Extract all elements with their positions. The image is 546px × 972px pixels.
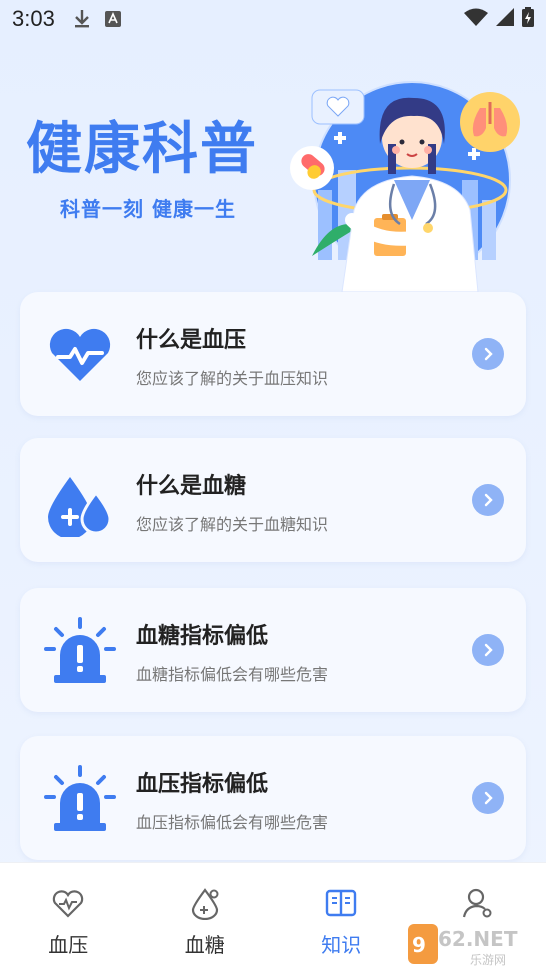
- svg-text:62.NET: 62.NET: [438, 927, 518, 951]
- card-title: 血糖指标偏低: [136, 624, 269, 649]
- knowledge-card-low-blood-sugar[interactable]: 血糖指标偏低 血糖指标偏低会有哪些危害: [20, 588, 526, 712]
- chevron-right-icon[interactable]: [472, 634, 504, 666]
- download-icon: [73, 9, 91, 29]
- card-subtitle: 血糖指标偏低会有哪些危害: [136, 665, 329, 684]
- book-icon: [323, 885, 359, 921]
- tab-label: 血糖: [184, 933, 225, 957]
- hero-title: 健康科普: [26, 117, 258, 182]
- blood-drops-icon: [44, 465, 116, 539]
- drop-plus-outline-icon: [187, 885, 223, 921]
- tab-label: 血压: [48, 933, 89, 957]
- wifi-icon: [464, 7, 488, 31]
- status-right-group: [464, 6, 534, 32]
- doctor-illustration: [290, 81, 520, 292]
- status-bar: 3:03: [0, 0, 546, 38]
- user-icon: [460, 885, 496, 921]
- watermark-logo: 9 62.NET 乐游网: [408, 924, 518, 967]
- tab-label: 知识: [321, 933, 362, 957]
- svg-text:乐游网: 乐游网: [470, 953, 506, 967]
- knowledge-card-blood-pressure[interactable]: 什么是血压 您应该了解的关于血压知识: [20, 292, 526, 416]
- signal-icon: [496, 7, 514, 31]
- tab-knowledge[interactable]: 知识: [273, 863, 410, 972]
- card-title: 血压指标偏低: [136, 772, 269, 797]
- chevron-right-icon[interactable]: [472, 782, 504, 814]
- tab-blood-sugar[interactable]: 血糖: [137, 863, 274, 972]
- card-title: 什么是血糖: [136, 474, 247, 499]
- hero-subtitle: 科普一刻 健康一生: [60, 197, 236, 221]
- knowledge-card-low-blood-pressure[interactable]: 血压指标偏低 血压指标偏低会有哪些危害: [20, 736, 526, 860]
- alarm-light-icon: [44, 615, 116, 687]
- card-subtitle: 血压指标偏低会有哪些危害: [136, 813, 329, 832]
- card-subtitle: 您应该了解的关于血糖知识: [136, 515, 329, 534]
- hero-banner: 健康科普 科普一刻 健康一生: [0, 60, 546, 292]
- tab-blood-pressure[interactable]: 血压: [0, 863, 137, 972]
- svg-text:9: 9: [412, 933, 426, 957]
- heart-pulse-icon: [44, 319, 116, 391]
- card-title: 什么是血压: [136, 328, 247, 353]
- heart-pulse-outline-icon: [50, 885, 86, 921]
- chevron-right-icon[interactable]: [472, 338, 504, 370]
- alarm-light-icon: [44, 763, 116, 835]
- font-a-icon: [104, 11, 121, 27]
- status-time: 3:03: [12, 6, 55, 31]
- chevron-right-icon[interactable]: [472, 484, 504, 516]
- card-subtitle: 您应该了解的关于血压知识: [136, 369, 329, 388]
- battery-icon: [522, 6, 534, 32]
- knowledge-card-blood-sugar[interactable]: 什么是血糖 您应该了解的关于血糖知识: [20, 438, 526, 562]
